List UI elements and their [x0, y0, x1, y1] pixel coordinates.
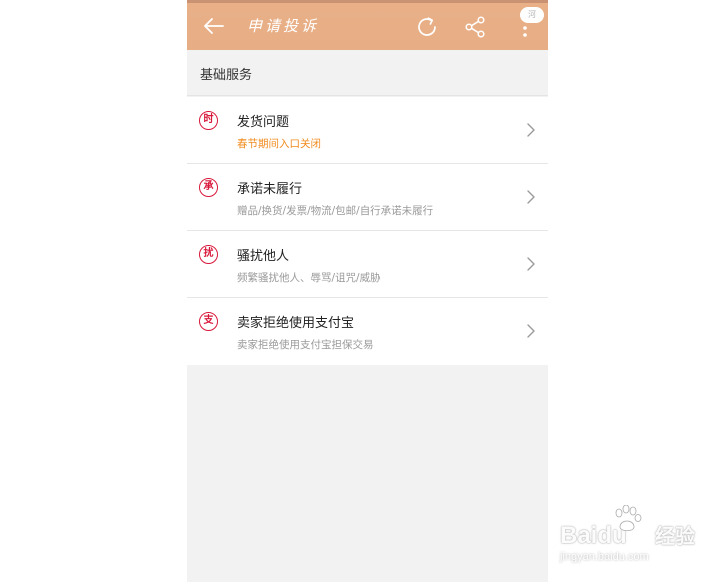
refresh-button[interactable] — [415, 15, 441, 41]
item-title: 骚扰他人 — [237, 249, 290, 264]
list-item-alipay[interactable]: 支 卖家拒绝使用支付宝 卖家拒绝使用支付宝担保交易 — [187, 298, 548, 365]
item-title: 发货问题 — [237, 115, 290, 130]
share-button[interactable] — [463, 15, 489, 41]
harassment-icon: 扰 — [199, 245, 218, 264]
chevron-right-icon — [527, 123, 535, 137]
chevron-right-icon — [527, 190, 535, 204]
list-item-harassment[interactable]: 扰 骚扰他人 频繁骚扰他人、辱骂/诅咒/威胁 — [187, 231, 548, 298]
watermark-url: jingyan.baidu.com — [560, 551, 649, 563]
phone-screen: 申请投诉 河 基础服务 时 发货问题 春节期间入口关闭 承 承诺未履行 赠品/换… — [187, 0, 548, 582]
chevron-right-icon — [527, 257, 535, 271]
refresh-icon — [418, 17, 436, 36]
share-icon — [465, 16, 485, 38]
item-title: 承诺未履行 — [237, 182, 303, 197]
arrow-left-icon — [204, 18, 224, 34]
time-icon: 时 — [199, 111, 218, 130]
page-title: 申请投诉 — [247, 17, 320, 35]
item-subtitle: 春节期间入口关闭 — [237, 138, 321, 150]
item-subtitle: 赠品/换货/发票/物流/包邮/自行承诺未履行 — [237, 205, 434, 217]
item-subtitle: 卖家拒绝使用支付宝担保交易 — [237, 339, 374, 351]
section-title: 基础服务 — [200, 68, 253, 83]
promise-icon: 承 — [199, 178, 218, 197]
watermark-suffix: 经验 — [655, 524, 695, 548]
item-title: 卖家拒绝使用支付宝 — [237, 316, 355, 331]
top-app-bar: 申请投诉 河 — [187, 0, 548, 50]
paw-logo-icon — [615, 505, 642, 532]
alipay-icon: 支 — [199, 312, 218, 331]
chevron-right-icon — [527, 324, 535, 338]
list-item-promise[interactable]: 承 承诺未履行 赠品/换货/发票/物流/包邮/自行承诺未履行 — [187, 164, 548, 231]
complaint-list: 时 发货问题 春节期间入口关闭 承 承诺未履行 赠品/换货/发票/物流/包邮/自… — [187, 97, 548, 365]
back-button[interactable] — [201, 13, 227, 39]
item-subtitle: 频繁骚扰他人、辱骂/诅咒/威胁 — [237, 272, 381, 284]
list-item-shipping[interactable]: 时 发货问题 春节期间入口关闭 — [187, 97, 548, 164]
section-header: 基础服务 — [187, 50, 548, 96]
notification-badge: 河 — [520, 7, 544, 23]
